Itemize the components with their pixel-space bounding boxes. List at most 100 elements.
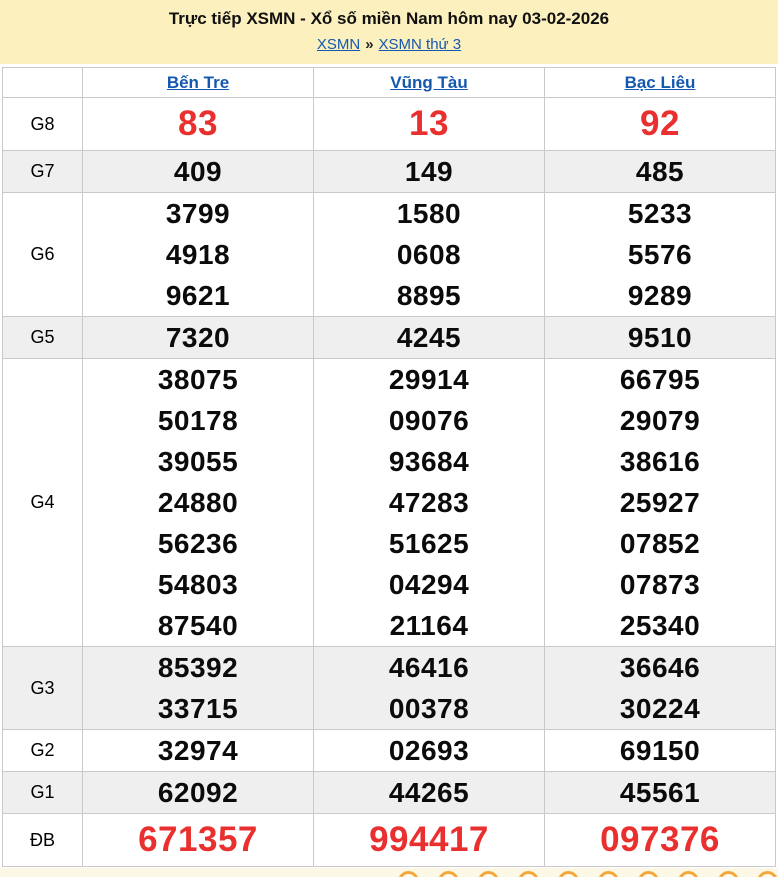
result-number: 21164 bbox=[389, 610, 469, 641]
result-number: 04294 bbox=[388, 569, 470, 600]
result-number: 149 bbox=[404, 156, 454, 187]
result-number: 87540 bbox=[157, 610, 239, 641]
lotto-ball-icon bbox=[558, 871, 579, 877]
result-number: 25927 bbox=[619, 487, 701, 518]
prize-row-ĐB: ĐB 671357 994417 097376 bbox=[2, 813, 776, 867]
result-number: 02693 bbox=[388, 735, 470, 766]
prize-label: G2 bbox=[2, 729, 83, 772]
result-cell-G7-1: 149 bbox=[313, 150, 545, 193]
result-number: 32974 bbox=[157, 735, 239, 766]
result-number: 85392 bbox=[157, 652, 239, 683]
result-number: 994417 bbox=[369, 820, 489, 859]
lotto-ball-icon bbox=[518, 871, 539, 877]
result-cell-G2-2: 69150 bbox=[544, 729, 776, 772]
result-number: 4245 bbox=[396, 322, 462, 353]
result-number: 45561 bbox=[619, 777, 701, 808]
breadcrumb-link-xsmn[interactable]: XSMN bbox=[317, 36, 360, 53]
result-number: 36646 bbox=[619, 652, 701, 683]
result-number: 38075 bbox=[157, 364, 239, 395]
lotto-ball-icon bbox=[438, 871, 459, 877]
result-cell-ĐB-0: 671357 bbox=[82, 813, 314, 867]
result-number: 09076 bbox=[388, 405, 470, 436]
prize-label: G8 bbox=[2, 97, 83, 151]
result-number: 5576 bbox=[627, 239, 693, 270]
result-number: 50178 bbox=[157, 405, 239, 436]
column-header-0: Bến Tre bbox=[82, 67, 314, 98]
result-number: 4918 bbox=[165, 239, 231, 270]
result-number: 07852 bbox=[619, 528, 701, 559]
prize-row-G5: G5 7320 4245 9510 bbox=[2, 316, 776, 359]
result-number: 409 bbox=[173, 156, 223, 187]
result-number: 13 bbox=[409, 104, 449, 143]
result-number: 38616 bbox=[619, 446, 701, 477]
result-cell-G5-0: 7320 bbox=[82, 316, 314, 359]
prize-label: G1 bbox=[2, 771, 83, 814]
result-cell-G1-0: 62092 bbox=[82, 771, 314, 814]
result-number: 69150 bbox=[619, 735, 701, 766]
result-cell-G4-2: 66795 29079 38616 25927 07852 07873 25340 bbox=[544, 358, 776, 647]
prize-row-G6: G6 3799 4918 9621 1580 0608 8895 5233 5576 9289 bbox=[2, 192, 776, 317]
result-cell-G5-1: 4245 bbox=[313, 316, 545, 359]
breadcrumb-link-xsmn-thu-3[interactable]: XSMN thứ 3 bbox=[379, 36, 462, 53]
result-cell-G1-2: 45561 bbox=[544, 771, 776, 814]
result-cell-G2-0: 32974 bbox=[82, 729, 314, 772]
prize-row-G8: G8 83 13 92 bbox=[2, 97, 776, 151]
page-title: Trực tiếp XSMN - Xổ số miền Nam hôm nay … bbox=[168, 9, 610, 28]
result-cell-G7-2: 485 bbox=[544, 150, 776, 193]
prize-row-G2: G2 32974 02693 69150 bbox=[2, 729, 776, 772]
result-number: 54803 bbox=[157, 569, 239, 600]
breadcrumb-separator: » bbox=[365, 36, 374, 53]
result-cell-G1-1: 44265 bbox=[313, 771, 545, 814]
result-cell-G8-0: 83 bbox=[82, 97, 314, 151]
lotto-ball-icon bbox=[678, 871, 699, 877]
prize-row-G3: G3 85392 33715 46416 00378 36646 30224 bbox=[2, 646, 776, 730]
result-number: 30224 bbox=[619, 693, 701, 724]
result-number: 671357 bbox=[138, 820, 258, 859]
prize-row-G7: G7 409 149 485 bbox=[2, 150, 776, 193]
result-cell-ĐB-1: 994417 bbox=[313, 813, 545, 867]
prize-label: ĐB bbox=[2, 813, 83, 867]
prize-row-G1: G1 62092 44265 45561 bbox=[2, 771, 776, 814]
result-number: 485 bbox=[635, 156, 685, 187]
prize-label: G4 bbox=[2, 358, 83, 647]
result-cell-G6-1: 1580 0608 8895 bbox=[313, 192, 545, 317]
result-number: 92 bbox=[640, 104, 680, 143]
results-table-head: Bến Tre Vũng Tàu Bạc Liêu bbox=[2, 67, 776, 98]
result-number: 56236 bbox=[157, 528, 239, 559]
column-header-2: Bạc Liêu bbox=[544, 67, 776, 98]
result-number: 00378 bbox=[388, 693, 470, 724]
breadcrumb: XSMN » XSMN thứ 3 bbox=[0, 36, 778, 53]
result-number: 9289 bbox=[627, 280, 693, 311]
lotto-ball-icon bbox=[718, 871, 739, 877]
corner-cell bbox=[2, 67, 83, 98]
result-number: 66795 bbox=[619, 364, 701, 395]
result-number: 5233 bbox=[627, 198, 693, 229]
result-cell-G5-2: 9510 bbox=[544, 316, 776, 359]
result-number: 097376 bbox=[600, 820, 720, 859]
result-number: 7320 bbox=[165, 322, 231, 353]
result-number: 0608 bbox=[396, 239, 462, 270]
result-number: 51625 bbox=[388, 528, 470, 559]
province-link-1[interactable]: Vũng Tàu bbox=[390, 73, 467, 92]
result-cell-G3-2: 36646 30224 bbox=[544, 646, 776, 730]
prize-label: G5 bbox=[2, 316, 83, 359]
lotto-ball-icon bbox=[757, 871, 778, 877]
prize-label: G7 bbox=[2, 150, 83, 193]
province-link-0[interactable]: Bến Tre bbox=[167, 73, 229, 92]
result-number: 44265 bbox=[388, 777, 470, 808]
result-number: 8895 bbox=[396, 280, 462, 311]
column-header-row: Bến Tre Vũng Tàu Bạc Liêu bbox=[2, 67, 776, 98]
result-number: 24880 bbox=[157, 487, 239, 518]
result-cell-ĐB-2: 097376 bbox=[544, 813, 776, 867]
result-cell-G8-1: 13 bbox=[313, 97, 545, 151]
prize-label: G3 bbox=[2, 646, 83, 730]
page-header: Trực tiếp XSMN - Xổ số miền Nam hôm nay … bbox=[0, 0, 778, 64]
result-number: 33715 bbox=[157, 693, 239, 724]
result-number: 9510 bbox=[627, 322, 693, 353]
result-number: 3799 bbox=[165, 198, 231, 229]
result-cell-G3-1: 46416 00378 bbox=[313, 646, 545, 730]
province-link-2[interactable]: Bạc Liêu bbox=[625, 73, 696, 92]
results-table: Bến Tre Vũng Tàu Bạc Liêu G8 83 13 92 G7 409 149… bbox=[2, 67, 776, 867]
result-number: 29914 bbox=[388, 364, 470, 395]
result-number: 93684 bbox=[388, 446, 470, 477]
